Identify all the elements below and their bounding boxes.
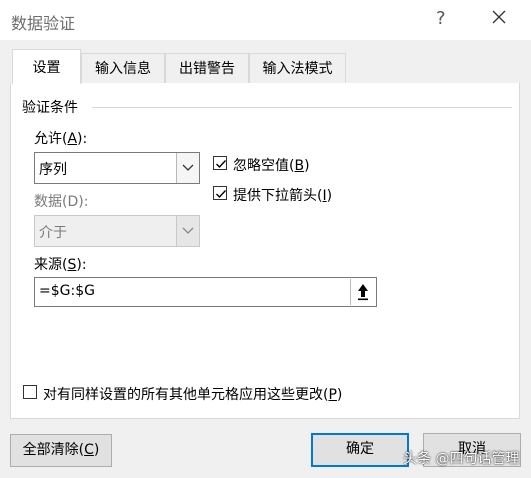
window-title: 数据验证 (11, 14, 76, 33)
source-input[interactable]: =$G:$G (34, 277, 377, 307)
tab-label: 设置 (32, 60, 61, 76)
source-value: =$G:$G (39, 283, 95, 299)
tab-label: 输入信息 (95, 61, 151, 77)
dropdown-arrow-checkbox[interactable] (213, 186, 227, 200)
data-select[interactable]: 介于 (34, 215, 200, 247)
clear-all-button[interactable]: 全部清除(C) (10, 434, 112, 467)
tab-input-message[interactable]: 输入信息 (81, 53, 165, 83)
ok-button[interactable]: 确定 (311, 433, 409, 467)
group-title: 验证条件 (22, 100, 78, 116)
chevron-down-icon[interactable] (176, 153, 199, 183)
chevron-down-icon (176, 216, 199, 246)
tab-label: 出错警告 (179, 61, 235, 77)
tab-error-alert[interactable]: 出错警告 (165, 53, 249, 83)
group-divider (92, 107, 512, 108)
tab-settings[interactable]: 设置 (12, 49, 81, 84)
allow-value: 序列 (39, 162, 67, 178)
title-bar: 数据验证 ? (0, 0, 531, 40)
allow-select[interactable]: 序列 (34, 152, 200, 184)
data-label: 数据(D): (34, 194, 89, 210)
data-value: 介于 (39, 225, 67, 241)
close-icon[interactable] (489, 7, 509, 27)
ignore-blank-label: 忽略空值(B) (233, 158, 310, 174)
allow-label: 允许(A): (34, 131, 88, 147)
apply-all-checkbox[interactable] (23, 385, 37, 399)
tab-ime-mode[interactable]: 输入法模式 (249, 53, 346, 83)
watermark: 头条 @四句话管理 (403, 451, 520, 467)
apply-all-label: 对有同样设置的所有其他单元格应用这些更改(P) (43, 387, 343, 403)
source-label: 来源(S): (34, 257, 87, 273)
tab-label: 输入法模式 (262, 61, 333, 77)
collapse-dialog-icon[interactable] (350, 279, 375, 305)
ignore-blank-checkbox[interactable] (213, 156, 227, 170)
dropdown-arrow-label: 提供下拉箭头(I) (233, 188, 333, 204)
help-button[interactable]: ? (436, 8, 446, 29)
